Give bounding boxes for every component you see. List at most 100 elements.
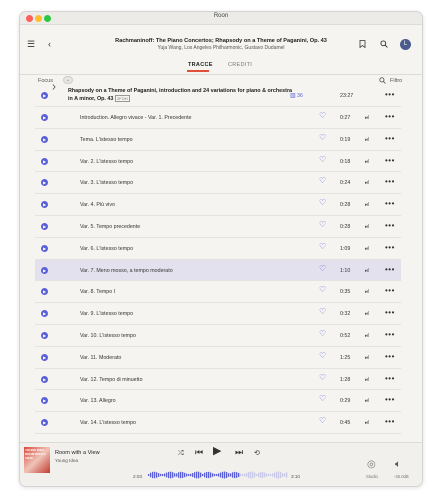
- waveform-bar: [216, 473, 218, 477]
- track-row[interactable]: ▶ Var. 11. Moderato ♡ 1:25 ▸ıl •••: [35, 347, 401, 369]
- track-duration: 1:10: [340, 267, 351, 274]
- more-options-icon[interactable]: •••: [385, 156, 395, 165]
- more-options-icon[interactable]: •••: [385, 417, 395, 426]
- track-row[interactable]: ▶ Var. 8. Tempo I ♡ 0:35 ▸ıl •••: [35, 281, 401, 304]
- heart-icon[interactable]: ♡: [319, 417, 326, 425]
- volume-label[interactable]: -35.0dB: [394, 474, 409, 479]
- more-options-icon[interactable]: •••: [385, 134, 395, 143]
- more-options-icon[interactable]: •••: [385, 177, 395, 186]
- tab-crediti[interactable]: CREDITI: [228, 62, 252, 68]
- more-options-icon[interactable]: •••: [385, 243, 395, 252]
- play-track-icon[interactable]: ▶: [41, 223, 48, 230]
- track-row[interactable]: ▶ Var. 6. L'istesso tempo ♡ 1:09 ▸ıl •••: [35, 238, 401, 260]
- repeat-icon[interactable]: ⟲: [254, 450, 260, 457]
- play-track-icon[interactable]: ▶: [41, 332, 48, 339]
- bookmark-icon[interactable]: [359, 40, 366, 50]
- more-options-icon[interactable]: •••: [385, 330, 395, 339]
- focus-toggle-icon[interactable]: ⌄: [63, 76, 73, 84]
- tab-tracce[interactable]: TRACCE: [188, 62, 213, 68]
- heart-icon[interactable]: ♡: [319, 177, 326, 185]
- heart-icon[interactable]: ♡: [319, 133, 326, 142]
- play-track-icon[interactable]: ▶: [41, 310, 48, 318]
- more-options-icon[interactable]: •••: [385, 265, 395, 274]
- play-track-icon[interactable]: ▶: [41, 157, 48, 165]
- more-options-icon[interactable]: •••: [385, 90, 395, 99]
- zone-speaker-icon[interactable]: ◎: [367, 459, 376, 470]
- play-track-icon[interactable]: ▶: [41, 179, 48, 187]
- play-track-icon[interactable]: ▶: [41, 201, 48, 209]
- more-options-icon[interactable]: •••: [385, 374, 395, 383]
- more-options-icon[interactable]: •••: [385, 112, 395, 121]
- next-track-icon[interactable]: ⏭: [235, 448, 243, 457]
- heart-icon[interactable]: ♡: [319, 308, 326, 316]
- heart-icon[interactable]: ♡: [319, 351, 326, 360]
- now-playing-artist[interactable]: Young Idea: [55, 458, 78, 463]
- track-row[interactable]: ▶ Var. 13. Allegro ♡ 0:29 ▸ıl •••: [35, 390, 401, 413]
- waveform-icon: ▸ıl: [365, 333, 369, 339]
- play-track-icon[interactable]: ▶: [41, 397, 48, 405]
- play-track-icon[interactable]: ▶: [41, 266, 48, 274]
- back-arrow-icon[interactable]: ‹: [48, 40, 51, 49]
- track-row[interactable]: ▶ Introduction. Allegro vivace - Var. 1. …: [35, 107, 401, 129]
- track-row[interactable]: ▶ Tema. L'istesso tempo ♡ 0:19 ▸ıl •••: [35, 129, 401, 151]
- search-icon[interactable]: [380, 40, 388, 50]
- waveform-bar: [266, 473, 268, 477]
- heart-icon[interactable]: ♡: [319, 242, 326, 251]
- heart-icon[interactable]: ♡: [319, 155, 326, 164]
- user-avatar[interactable]: L: [400, 39, 411, 50]
- track-row[interactable]: ▶ Var. 5. Tempo precedente ♡ 0:28 ▸ıl •••: [35, 216, 401, 238]
- filter-button[interactable]: Filtro: [390, 78, 402, 84]
- zone-label[interactable]: Studio: [366, 474, 378, 479]
- play-track-icon[interactable]: ▶: [41, 419, 48, 427]
- focus-button[interactable]: Focus: [38, 78, 53, 84]
- play-work-icon[interactable]: ▶: [41, 92, 48, 99]
- previous-track-icon[interactable]: ⏮: [195, 448, 203, 457]
- track-row[interactable]: ▶ Var. 3. L'istesso tempo ♡ 0:24 ▸ıl •••: [35, 172, 401, 195]
- track-row[interactable]: ▶ Var. 14. L'istesso tempo ♡ 0:45 ▸ıl •••: [35, 412, 401, 434]
- shuffle-icon[interactable]: ⤮: [178, 450, 184, 457]
- more-options-icon[interactable]: •••: [385, 221, 395, 230]
- title-bar: Roon: [20, 12, 422, 25]
- play-track-icon[interactable]: ▶: [41, 135, 48, 143]
- work-row[interactable]: ▶ Rhapsody on a Theme of Paganini, intro…: [35, 85, 401, 107]
- play-track-icon[interactable]: ▶: [41, 114, 48, 121]
- track-row[interactable]: ▶ Var. 12. Tempo di minuetto ♡ 1:28 ▸ıl •••: [35, 369, 401, 391]
- track-duration: 1:25: [340, 354, 351, 361]
- more-options-icon[interactable]: •••: [385, 395, 395, 404]
- play-icon[interactable]: ▶: [213, 446, 221, 457]
- heart-icon[interactable]: ♡: [319, 264, 326, 273]
- heart-icon[interactable]: ♡: [319, 112, 326, 120]
- track-row[interactable]: ▶ Var. 4. Più vivo ♡ 0:28 ▸ıl •••: [35, 194, 401, 216]
- track-row[interactable]: ▶ Var. 7. Meno mosso, a tempo moderato ♡ 1:…: [35, 259, 401, 282]
- heart-icon[interactable]: ♡: [319, 221, 326, 229]
- menu-icon[interactable]: ☰: [27, 40, 35, 49]
- seek-waveform[interactable]: [148, 470, 288, 480]
- heart-icon[interactable]: ♡: [319, 373, 326, 382]
- work-badge: 2FOH: [114, 95, 130, 102]
- play-track-icon[interactable]: ▶: [41, 244, 48, 252]
- play-track-icon[interactable]: ▶: [41, 288, 48, 296]
- waveform-bar: [220, 472, 222, 478]
- track-row[interactable]: ▶ Var. 9. L'istesso tempo ♡ 0:32 ▸ıl •••: [35, 303, 401, 325]
- album-cover[interactable]: YOUNG IDEA ROOM WITH A VIEW: [24, 447, 50, 473]
- track-row[interactable]: ▶ Var. 10. L'istesso tempo ♡ 0:52 ▸ıl •••: [35, 325, 401, 347]
- heart-icon[interactable]: ♡: [319, 199, 326, 207]
- waveform-bar: [160, 473, 162, 477]
- more-options-icon[interactable]: •••: [385, 308, 395, 317]
- waveform-icon: ▸ıl: [365, 311, 369, 318]
- waveform-bar: [182, 472, 184, 478]
- more-options-icon[interactable]: •••: [385, 199, 395, 208]
- waveform-icon: ▸ıl: [365, 245, 369, 252]
- heart-icon[interactable]: ♡: [319, 286, 326, 294]
- track-duration: 0:35: [340, 289, 351, 296]
- play-track-icon[interactable]: ▶: [41, 353, 48, 361]
- waveform-icon: ▸ıl: [365, 136, 369, 143]
- play-track-icon[interactable]: ▶: [41, 375, 48, 383]
- track-row[interactable]: ▶ Var. 2. L'istesso tempo ♡ 0:18 ▸ıl •••: [35, 151, 401, 173]
- heart-icon[interactable]: ♡: [319, 330, 326, 338]
- more-options-icon[interactable]: •••: [385, 286, 395, 295]
- more-options-icon[interactable]: •••: [385, 352, 395, 361]
- now-playing-title[interactable]: Room with a View: [55, 450, 100, 456]
- volume-icon[interactable]: 🔈︎: [395, 459, 401, 470]
- heart-icon[interactable]: ♡: [319, 395, 326, 403]
